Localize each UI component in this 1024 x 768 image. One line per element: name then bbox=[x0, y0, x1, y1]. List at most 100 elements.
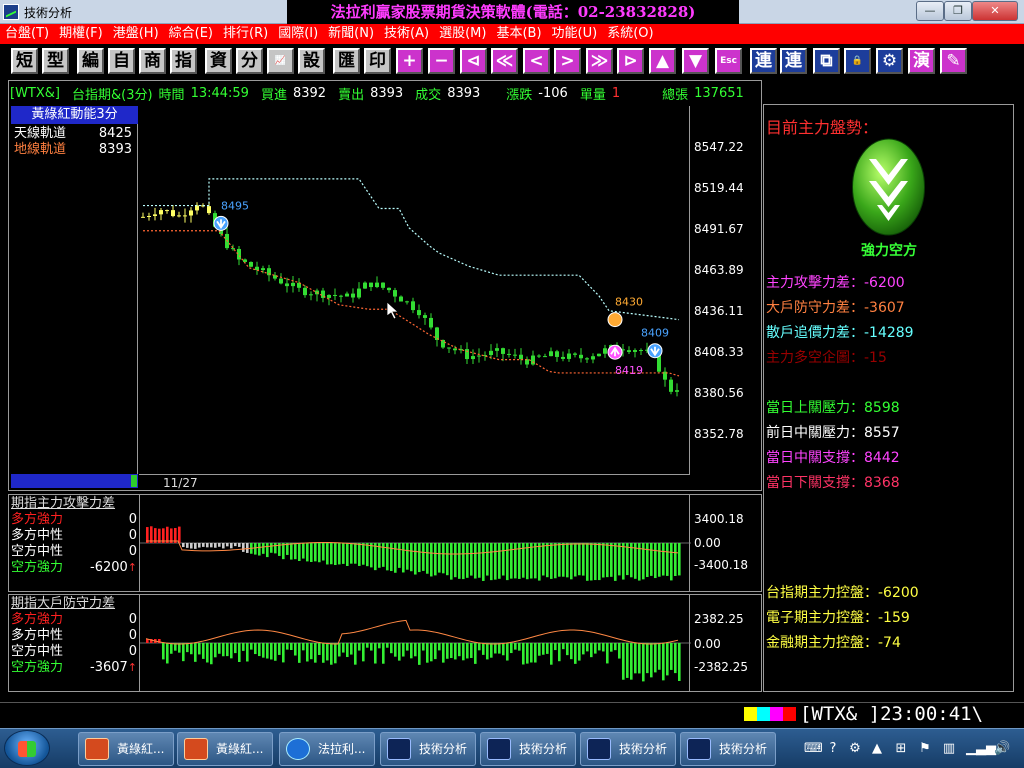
sub-chart-attack-title: 期指主力攻擊力差 bbox=[11, 496, 116, 511]
price-chart[interactable]: 8495 8430 8409 8419 bbox=[139, 106, 690, 474]
trend-line-levels: 前日中關壓力：8557 bbox=[766, 422, 900, 442]
volume-icon[interactable]: 🔊 bbox=[994, 742, 1010, 756]
menu-item-6[interactable]: 新聞(N) bbox=[323, 24, 379, 44]
help-icon[interactable]: ? bbox=[826, 742, 840, 756]
histogram-bar bbox=[558, 543, 561, 577]
sub-chart-defense[interactable] bbox=[139, 595, 691, 691]
menu-item-3[interactable]: 綜合(E) bbox=[164, 24, 218, 44]
taskbar-task[interactable]: 法拉利... bbox=[279, 732, 375, 766]
trend-line-label: 台指期主力控盤： bbox=[766, 585, 878, 601]
trend-line bbox=[145, 619, 679, 645]
candle-body bbox=[279, 278, 283, 284]
histogram-bar bbox=[246, 643, 249, 662]
toolbar-button-12[interactable]: + bbox=[396, 48, 423, 74]
maximize-button[interactable]: ❐ bbox=[944, 1, 972, 21]
menu-item-2[interactable]: 港盤(H) bbox=[108, 24, 164, 44]
sub-legend-label: 多方中性 bbox=[11, 528, 64, 543]
menu-item-0[interactable]: 台盤(T) bbox=[0, 24, 54, 44]
taskbar-task[interactable]: 技術分析 bbox=[380, 732, 476, 766]
menu-item-5[interactable]: 國際(I) bbox=[273, 24, 323, 44]
toolbar-button-3[interactable]: 自 bbox=[108, 48, 135, 74]
toolbar-button-15[interactable]: ≪ bbox=[491, 48, 518, 74]
histogram-bar bbox=[170, 643, 173, 654]
toolbar-button-27[interactable]: ⚙ bbox=[876, 48, 903, 74]
taskbar-task[interactable]: 黃綠紅... bbox=[78, 732, 174, 766]
toolbar-button-5[interactable]: 指 bbox=[170, 48, 197, 74]
histogram-bar bbox=[358, 543, 361, 566]
toolbar-button-16[interactable]: < bbox=[523, 48, 550, 74]
close-button[interactable]: ✕ bbox=[972, 1, 1018, 21]
toolbar-button-22[interactable]: Esc bbox=[715, 48, 742, 74]
sub-chart-attack[interactable] bbox=[139, 495, 691, 591]
action-center-icon[interactable]: ⚑ bbox=[918, 742, 932, 756]
network-icon[interactable]: ▥ bbox=[942, 742, 956, 756]
taskbar-task[interactable]: 技術分析 bbox=[680, 732, 776, 766]
toolbar-button-11[interactable]: 印 bbox=[364, 48, 391, 74]
histogram-bar bbox=[210, 543, 213, 548]
taskbar-task[interactable]: 黃綠紅... bbox=[177, 732, 273, 766]
start-button-icon[interactable] bbox=[4, 730, 50, 766]
toolbar-button-10[interactable]: 匯 bbox=[333, 48, 360, 74]
histogram-bar bbox=[482, 543, 485, 581]
candle-body bbox=[597, 353, 601, 357]
taskbar-task[interactable]: 技術分析 bbox=[580, 732, 676, 766]
toolbar-button-14[interactable]: ⊲ bbox=[460, 48, 487, 74]
menu-item-7[interactable]: 技術(A) bbox=[379, 24, 434, 44]
keyboard-icon[interactable]: ⌨ bbox=[804, 742, 823, 756]
chart-icon bbox=[387, 738, 411, 760]
legend-rows: 天線軌道 8425 地線軌道 8393 bbox=[11, 124, 137, 158]
histogram-bar bbox=[602, 543, 605, 578]
menu-item-9[interactable]: 基本(B) bbox=[491, 24, 546, 44]
histogram-bar bbox=[202, 543, 205, 547]
toolbar-button-19[interactable]: ⊳ bbox=[617, 48, 644, 74]
toolbar-button-26[interactable]: 🔒 bbox=[844, 48, 871, 74]
toolbar-button-18[interactable]: ≫ bbox=[586, 48, 613, 74]
indicator-title[interactable]: 黃綠紅動能3分 bbox=[11, 106, 138, 124]
settings-icon[interactable]: ⚙ bbox=[848, 742, 862, 756]
toolbar-button-29[interactable]: ✎ bbox=[940, 48, 967, 74]
menu-item-8[interactable]: 選股(M) bbox=[434, 24, 491, 44]
candle-body bbox=[177, 215, 181, 217]
toolbar-button-2[interactable]: 編 bbox=[77, 48, 104, 74]
toolbar-button-28[interactable]: 演 bbox=[908, 48, 935, 74]
sub-tick-label: -2382.25 bbox=[694, 660, 748, 674]
minimize-button[interactable]: — bbox=[916, 1, 944, 21]
toolbar-button-21[interactable]: ▼ bbox=[682, 48, 709, 74]
toolbar-button-7[interactable]: 分 bbox=[236, 48, 263, 74]
signal-icon[interactable]: ▁▃▅ bbox=[966, 742, 996, 756]
chart-scrollbar[interactable] bbox=[11, 474, 138, 488]
candle-body bbox=[417, 310, 421, 316]
expand-tray-icon[interactable]: ▲ bbox=[870, 742, 884, 756]
candle-body bbox=[495, 348, 499, 351]
toolbar-button-24[interactable]: 連 bbox=[780, 48, 807, 74]
toolbar-button-23[interactable]: 連 bbox=[750, 48, 777, 74]
toolbar-button-4[interactable]: 商 bbox=[139, 48, 166, 74]
histogram-bar bbox=[362, 543, 365, 565]
menu-item-10[interactable]: 功能(U) bbox=[547, 24, 603, 44]
toolbar-button-25[interactable]: ⧉ bbox=[813, 48, 840, 74]
toolbar-button-13[interactable]: − bbox=[428, 48, 455, 74]
histogram-bar bbox=[650, 543, 653, 576]
histogram-bar bbox=[454, 543, 457, 578]
toolbar-button-9[interactable]: 設 bbox=[298, 48, 325, 74]
menu-item-4[interactable]: 排行(R) bbox=[218, 24, 273, 44]
candle-body bbox=[537, 355, 541, 357]
toolbar-button-0[interactable]: 短 bbox=[11, 48, 38, 74]
app-chart-icon bbox=[3, 4, 19, 20]
histogram-bar bbox=[410, 643, 413, 659]
menu-item-11[interactable]: 系統(O) bbox=[602, 24, 658, 44]
toolbar-button-6[interactable]: 資 bbox=[205, 48, 232, 74]
toolbar-button-17[interactable]: > bbox=[554, 48, 581, 74]
sub-legend-value: 0 bbox=[129, 612, 137, 628]
menu-item-1[interactable]: 期權(F) bbox=[54, 24, 108, 44]
scrollbar-thumb[interactable] bbox=[131, 475, 137, 487]
toolbar-button-20[interactable]: ▲ bbox=[649, 48, 676, 74]
histogram-bar bbox=[462, 643, 465, 661]
taskbar-task[interactable]: 技術分析 bbox=[480, 732, 576, 766]
histogram-bar bbox=[190, 643, 193, 655]
toolbar-button-8[interactable]: 📈 bbox=[267, 48, 294, 74]
windows-flag-icon[interactable]: ⊞ bbox=[894, 742, 908, 756]
toolbar-button-1[interactable]: 型 bbox=[42, 48, 69, 74]
sub-tick-label: 0.00 bbox=[694, 536, 721, 550]
price-chart-svg: 8495 8430 8409 8419 bbox=[141, 178, 680, 397]
